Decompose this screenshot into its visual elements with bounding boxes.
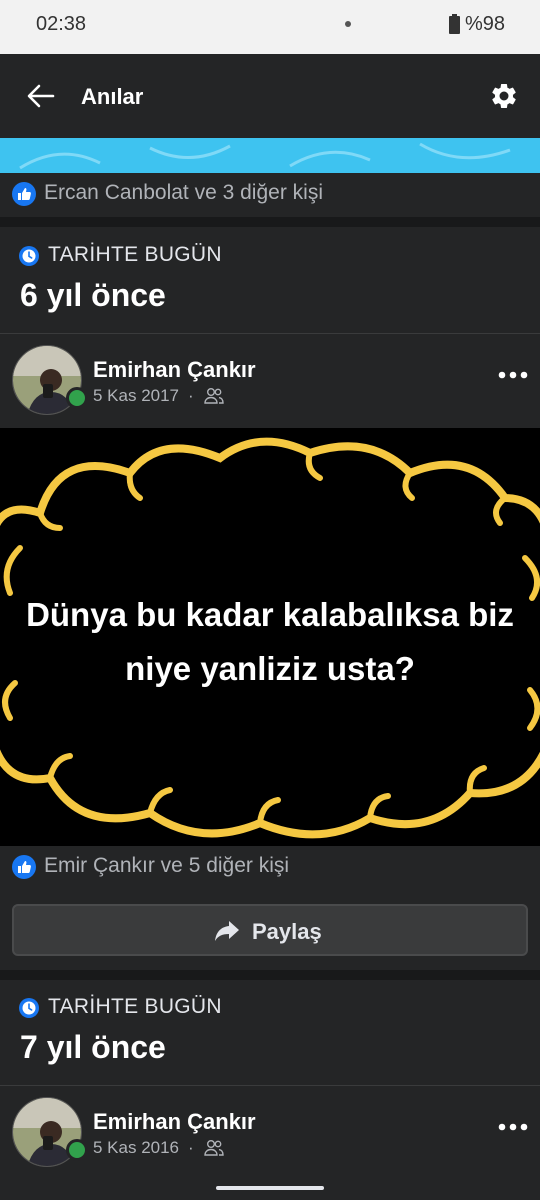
battery-level: %98 bbox=[465, 13, 506, 35]
share-button[interactable]: Paylaş bbox=[12, 904, 528, 956]
share-arrow-icon bbox=[215, 921, 239, 941]
battery-icon bbox=[449, 14, 460, 34]
previous-post-image[interactable] bbox=[0, 138, 540, 173]
years-ago-heading: 6 yıl önce bbox=[20, 277, 166, 313]
like-icon bbox=[12, 855, 36, 879]
app-bar: Anılar bbox=[0, 54, 540, 138]
notification-dot-icon bbox=[345, 21, 351, 27]
clock-icon bbox=[19, 998, 39, 1018]
gesture-nav-handle[interactable] bbox=[216, 1186, 324, 1190]
status-time: 02:38 bbox=[36, 13, 87, 35]
author-name[interactable]: Emirhan Çankır bbox=[93, 1109, 256, 1135]
section-label: TARİHTE BUGÜN bbox=[48, 995, 222, 1018]
clock-icon bbox=[19, 246, 39, 266]
reaction-summary[interactable]: Emir Çankır ve 5 diğer kişi bbox=[44, 854, 289, 878]
section-label: TARİHTE BUGÜN bbox=[48, 243, 222, 266]
post-date[interactable]: 5 Kas 2016 bbox=[93, 1138, 179, 1158]
gear-icon[interactable] bbox=[489, 81, 519, 111]
share-label: Paylaş bbox=[252, 919, 322, 944]
post-text-line: niye yanliziz usta? bbox=[125, 650, 415, 687]
friends-audience-icon bbox=[204, 388, 224, 404]
banner-pattern bbox=[19, 142, 511, 170]
more-options-icon[interactable] bbox=[498, 370, 528, 380]
friends-audience-icon bbox=[204, 1140, 224, 1156]
more-options-icon[interactable] bbox=[498, 1122, 528, 1132]
author-name[interactable]: Emirhan Çankır bbox=[93, 357, 256, 383]
back-arrow-icon[interactable] bbox=[26, 81, 56, 111]
date-separator: · bbox=[188, 386, 194, 405]
page-title: Anılar bbox=[81, 84, 144, 109]
post-text-line: Dünya bu kadar kalabalıksa biz bbox=[26, 596, 514, 633]
like-icon bbox=[12, 182, 36, 206]
post-text: Dünya bu kadar kalabalıksa biz niye yanl… bbox=[0, 588, 540, 696]
online-status-indicator bbox=[66, 1139, 88, 1161]
status-bar: 02:38 %98 bbox=[0, 0, 540, 54]
date-separator: · bbox=[188, 1138, 194, 1157]
online-status-indicator bbox=[66, 387, 88, 409]
post-date[interactable]: 5 Kas 2017 bbox=[93, 386, 179, 406]
post-image[interactable]: Dünya bu kadar kalabalıksa biz niye yanl… bbox=[0, 428, 540, 846]
years-ago-heading: 7 yıl önce bbox=[20, 1029, 166, 1065]
reaction-summary[interactable]: Ercan Canbolat ve 3 diğer kişi bbox=[44, 181, 323, 205]
